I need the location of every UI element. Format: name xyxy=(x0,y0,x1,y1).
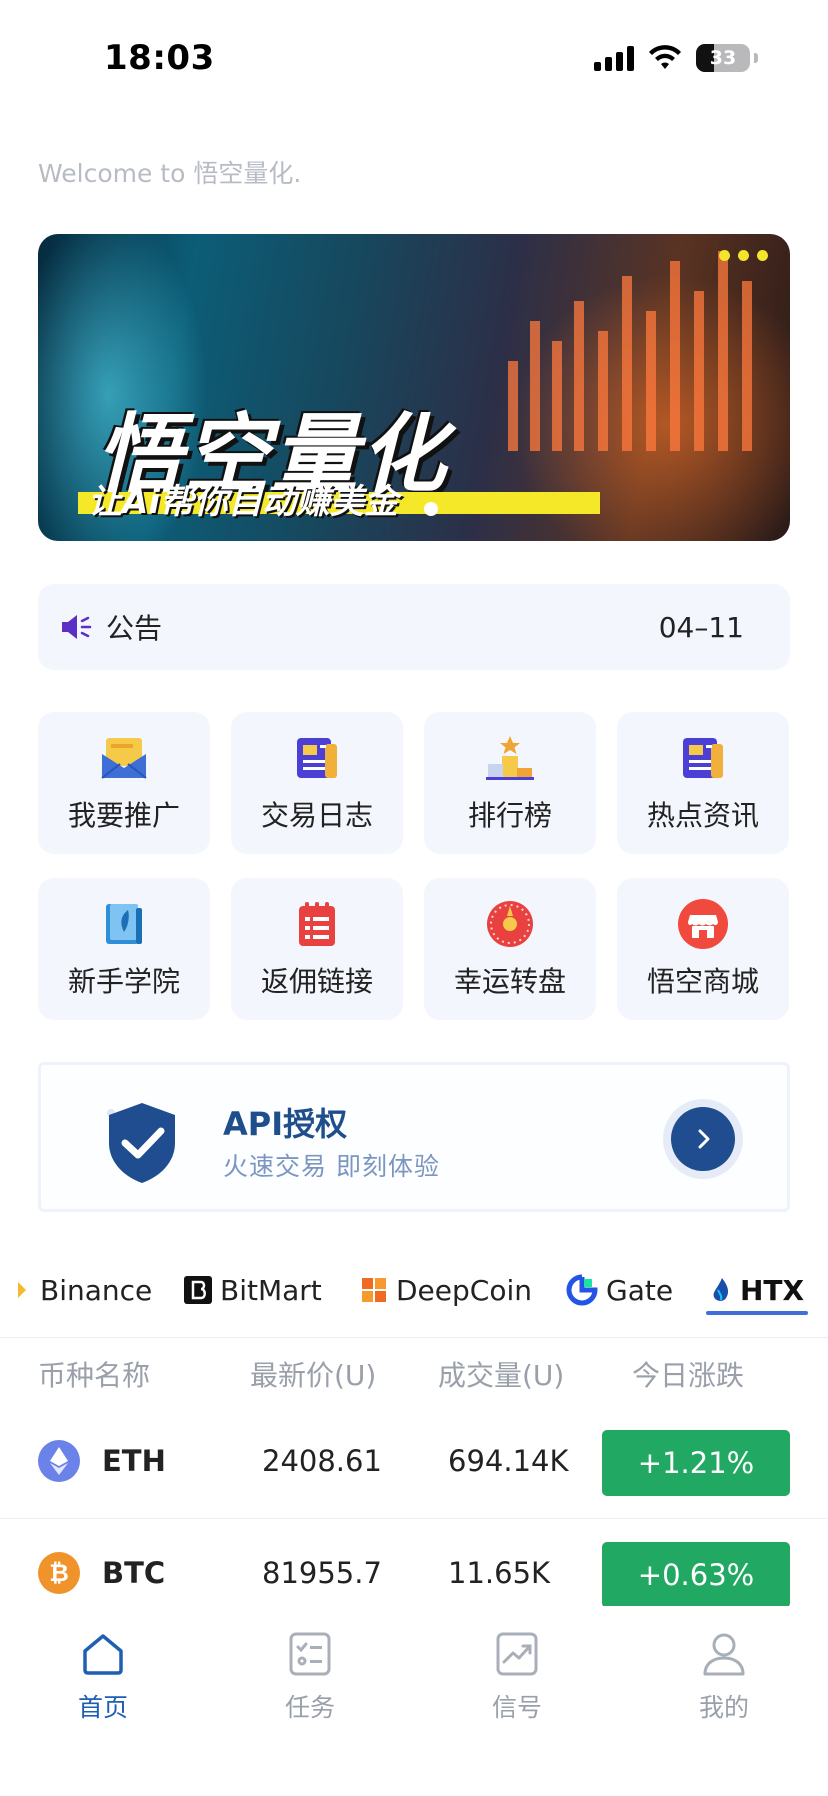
exchange-label: Binance xyxy=(40,1273,153,1307)
menu-item-lucky-wheel[interactable]: 幸运转盘 xyxy=(424,878,596,1020)
menu-label: 悟空商城 xyxy=(646,965,759,998)
menu-label: 返佣链接 xyxy=(260,965,373,998)
news-icon xyxy=(677,732,729,784)
bottom-nav: 首页 任务 信号 我的 xyxy=(0,1606,828,1796)
coin-symbol: BTC xyxy=(102,1556,166,1590)
market-row[interactable]: ETH 2408.61 694.14K +1.21% xyxy=(0,1408,828,1518)
coin-volume: 11.65K xyxy=(448,1556,551,1590)
column-header: 成交量(U) xyxy=(438,1359,565,1392)
api-arrow-button[interactable] xyxy=(671,1107,735,1171)
status-bar: 18:03 33 xyxy=(0,0,828,120)
menu-label: 我要推广 xyxy=(67,799,180,832)
exchange-tabs: Binance BitMart DeepCoin Gate HTX xyxy=(0,1258,828,1338)
api-card-title: API授权 xyxy=(223,1105,348,1143)
bitmart-icon xyxy=(184,1276,212,1304)
tab-bitmart[interactable]: BitMart xyxy=(184,1258,322,1322)
menu-label: 热点资讯 xyxy=(646,799,759,832)
profile-icon xyxy=(703,1633,745,1676)
coin-volume: 694.14K xyxy=(448,1444,569,1478)
status-icons: 33 xyxy=(594,44,758,72)
nav-home[interactable]: 首页 xyxy=(43,1630,163,1724)
column-header: 最新价(U) xyxy=(250,1359,377,1392)
exchange-label: HTX xyxy=(740,1273,805,1307)
api-authorization-card[interactable]: API授权 火速交易 即刻体验 xyxy=(38,1062,790,1212)
cellular-signal-icon xyxy=(594,45,634,71)
api-card-subtitle: 火速交易 即刻体验 xyxy=(223,1152,440,1181)
podium-icon xyxy=(484,732,536,784)
home-icon xyxy=(83,1634,123,1675)
battery-icon: 33 xyxy=(696,44,750,72)
book-icon xyxy=(98,898,150,950)
banner-page-indicator xyxy=(424,502,438,516)
wheel-icon xyxy=(484,898,536,950)
binance-icon xyxy=(18,1282,26,1298)
task-icon xyxy=(289,1632,331,1676)
column-header: 币种名称 xyxy=(38,1359,151,1392)
nav-signals[interactable]: 信号 xyxy=(457,1630,577,1724)
wifi-icon xyxy=(649,45,681,69)
htx-icon xyxy=(713,1278,729,1301)
nav-label: 信号 xyxy=(491,1693,542,1722)
menu-label: 交易日志 xyxy=(260,799,373,832)
column-header: 今日涨跌 xyxy=(632,1359,745,1392)
nav-label: 我的 xyxy=(698,1693,749,1722)
notice-label: 公告 xyxy=(106,612,163,645)
coin-price: 2408.61 xyxy=(262,1444,382,1478)
coin-change-badge: +0.63% xyxy=(602,1542,790,1608)
banner-subtitle: 让Ai帮你自动赚美金 xyxy=(88,482,398,522)
store-icon xyxy=(677,898,729,950)
menu-item-leaderboard[interactable]: 排行榜 xyxy=(424,712,596,854)
menu-item-rebate-link[interactable]: 返佣链接 xyxy=(231,878,403,1020)
gate-icon xyxy=(566,1274,598,1306)
tab-binance[interactable]: Binance xyxy=(18,1258,152,1322)
ethereum-icon xyxy=(38,1440,80,1482)
nav-tasks[interactable]: 任务 xyxy=(250,1630,370,1724)
speaker-icon xyxy=(62,615,92,639)
bitcoin-icon: ₿ xyxy=(38,1552,80,1594)
promo-banner[interactable]: 悟空量化 让Ai帮你自动赚美金 xyxy=(38,234,790,541)
calendar-list-icon xyxy=(291,898,343,950)
welcome-text: Welcome to 悟空量化. xyxy=(38,159,302,188)
menu-item-promote[interactable]: 我要推广 xyxy=(38,712,210,854)
signal-chart-icon xyxy=(496,1632,538,1676)
menu-item-hot-news[interactable]: 热点资讯 xyxy=(617,712,789,854)
tab-deepcoin[interactable]: DeepCoin xyxy=(360,1258,532,1322)
menu-label: 新手学院 xyxy=(67,965,180,998)
status-time: 18:03 xyxy=(104,38,215,78)
deepcoin-icon xyxy=(362,1278,386,1302)
market-table-header: 币种名称 最新价(U) 成交量(U) 今日涨跌 xyxy=(0,1354,828,1394)
menu-item-store[interactable]: 悟空商城 xyxy=(617,878,789,1020)
news-icon xyxy=(291,732,343,784)
banner-menu-icon xyxy=(719,250,768,261)
chevron-right-icon xyxy=(698,1129,710,1149)
nav-profile[interactable]: 我的 xyxy=(664,1630,784,1724)
exchange-label: BitMart xyxy=(220,1273,322,1307)
envelope-icon xyxy=(98,732,150,784)
coin-symbol: ETH xyxy=(102,1444,166,1478)
coin-change-badge: +1.21% xyxy=(602,1430,790,1496)
nav-label: 任务 xyxy=(284,1693,335,1722)
nav-label: 首页 xyxy=(77,1693,128,1722)
battery-level: 33 xyxy=(709,47,737,69)
notice-date: 04–11 xyxy=(658,610,744,644)
menu-item-trade-log[interactable]: 交易日志 xyxy=(231,712,403,854)
exchange-label: DeepCoin xyxy=(396,1273,532,1307)
notice-bar[interactable]: 公告 04–11 xyxy=(38,584,790,670)
quick-menu-grid: 我要推广 交易日志 排行榜 热点资讯 新手学院 返佣链接 幸运转盘 悟空商城 xyxy=(38,712,790,1020)
exchange-label: Gate xyxy=(606,1273,674,1307)
active-tab-indicator xyxy=(706,1311,808,1315)
shield-check-icon xyxy=(107,1103,175,1183)
coin-price: 81955.7 xyxy=(262,1556,382,1590)
menu-label: 幸运转盘 xyxy=(453,965,566,998)
menu-item-beginner-academy[interactable]: 新手学院 xyxy=(38,878,210,1020)
menu-label: 排行榜 xyxy=(467,799,552,832)
tab-gate[interactable]: Gate xyxy=(566,1258,673,1322)
